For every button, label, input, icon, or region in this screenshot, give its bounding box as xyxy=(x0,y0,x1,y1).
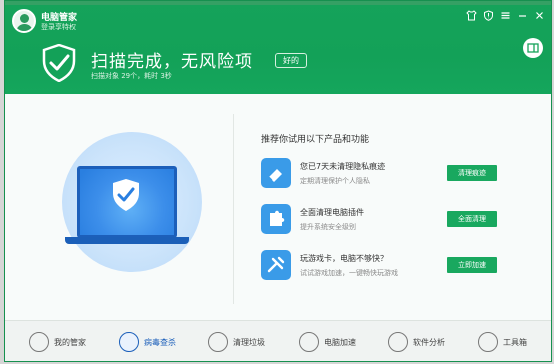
menu-icon[interactable] xyxy=(500,10,511,21)
avatar-icon xyxy=(29,332,49,352)
shirt-icon[interactable] xyxy=(466,10,477,21)
clean-traces-button[interactable]: 清理痕迹 xyxy=(447,165,497,181)
tab-label: 我的管家 xyxy=(54,337,86,347)
close-icon[interactable] xyxy=(534,10,545,21)
speed-up-button[interactable]: 立即加速 xyxy=(447,257,497,273)
tab-software-analysis[interactable]: 软件分析 xyxy=(388,331,445,353)
puzzle-icon xyxy=(261,204,291,234)
game-speed-icon xyxy=(261,250,291,280)
recommend-item-name: 全面清理电脑插件 xyxy=(300,208,364,217)
scan-summary: 扫描对象 29个，耗时 3秒 xyxy=(91,72,172,80)
laptop-shield-icon xyxy=(113,179,139,211)
login-link[interactable]: 登录享特权 xyxy=(41,22,76,32)
vertical-divider xyxy=(233,114,234,304)
background-window-strip xyxy=(5,1,551,5)
recommend-item-privacy: 您已7天未清理隐私痕迹 定期清理保护个人隐私 清理痕迹 xyxy=(261,158,521,190)
app-window: 电脑管家 登录享特权 扫描完成，无风险项 好的 扫描对象 29个，耗时 3秒 推… xyxy=(4,0,552,362)
minimize-icon[interactable] xyxy=(517,10,528,21)
eraser-icon xyxy=(261,158,291,188)
good-badge-button[interactable]: 好的 xyxy=(275,53,307,68)
window-controls xyxy=(466,10,545,21)
header-banner: 电脑管家 登录享特权 扫描完成，无风险项 好的 扫描对象 29个，耗时 3秒 xyxy=(5,1,551,94)
tab-clean-junk[interactable]: 清理垃圾 xyxy=(208,331,265,353)
tab-label: 病毒查杀 xyxy=(144,337,176,347)
bottom-nav: 我的管家 病毒查杀 清理垃圾 电脑加速 软件分析 工具箱 xyxy=(5,320,551,361)
tab-my-manager[interactable]: 我的管家 xyxy=(29,331,86,353)
tab-toolbox[interactable]: 工具箱 xyxy=(478,331,527,353)
laptop-base-illustration xyxy=(65,237,189,244)
recommend-item-desc: 定期清理保护个人隐私 xyxy=(300,177,370,185)
recommend-item-game: 玩游戏卡，电脑不够快？ 试试游戏加速，一键畅快玩游戏 立即加速 xyxy=(261,250,521,282)
sidebar-toggle-icon[interactable] xyxy=(523,38,543,58)
rocket-icon xyxy=(299,332,319,352)
shield-icon[interactable] xyxy=(483,10,494,21)
full-clean-button[interactable]: 全面清理 xyxy=(447,211,497,227)
analysis-icon xyxy=(388,332,408,352)
recommend-item-desc: 提升系统安全级别 xyxy=(300,223,356,231)
broom-icon xyxy=(208,332,228,352)
tab-speed-up[interactable]: 电脑加速 xyxy=(299,331,356,353)
shield-check-icon xyxy=(42,44,76,82)
tab-virus-scan[interactable]: 病毒查杀 xyxy=(119,331,176,353)
recommend-item-desc: 试试游戏加速，一键畅快玩游戏 xyxy=(300,269,398,277)
tab-label: 电脑加速 xyxy=(324,337,356,347)
toolbox-icon xyxy=(478,332,498,352)
tab-label: 工具箱 xyxy=(503,337,527,347)
tab-label: 清理垃圾 xyxy=(233,337,265,347)
recommend-title: 推荐你试用以下产品和功能 xyxy=(261,135,370,145)
recommend-item-name: 玩游戏卡，电脑不够快？ xyxy=(300,254,388,263)
user-avatar-icon[interactable] xyxy=(12,9,36,33)
tab-label: 软件分析 xyxy=(413,337,445,347)
recommend-item-plugins: 全面清理电脑插件 提升系统安全级别 全面清理 xyxy=(261,204,521,236)
main-content: 推荐你试用以下产品和功能 您已7天未清理隐私痕迹 定期清理保护个人隐私 清理痕迹… xyxy=(5,94,551,320)
recommend-item-name: 您已7天未清理隐私痕迹 xyxy=(300,162,386,171)
scan-result-title: 扫描完成，无风险项 xyxy=(91,52,253,72)
virus-scan-icon xyxy=(119,332,139,352)
